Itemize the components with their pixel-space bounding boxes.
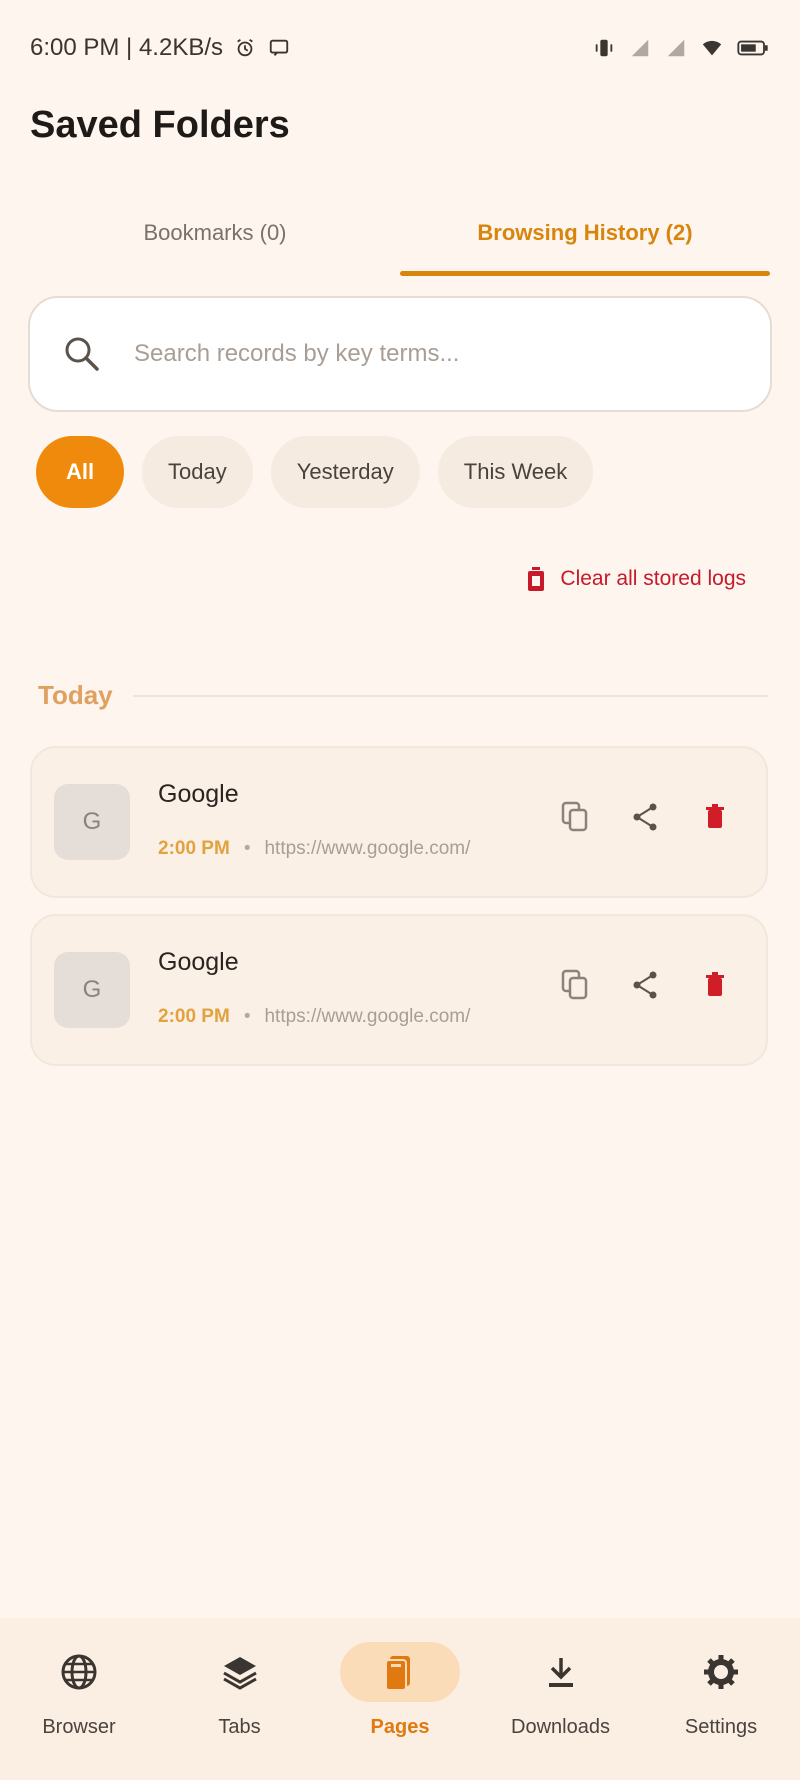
- nav-item-pages[interactable]: Pages: [335, 1618, 465, 1780]
- history-item[interactable]: G Google 2:00 PM • https://www.google.co…: [30, 914, 768, 1066]
- delete-button[interactable]: [700, 800, 730, 834]
- tab-browsing-history[interactable]: Browsing History (2): [400, 190, 770, 276]
- nav-label: Browser: [42, 1716, 116, 1738]
- search-input[interactable]: [134, 340, 694, 368]
- status-time-speed: 6:00 PM | 4.2KB/s: [30, 34, 223, 61]
- filter-chip-all[interactable]: All: [36, 436, 124, 508]
- share-button[interactable]: [630, 968, 660, 1002]
- share-button[interactable]: [630, 800, 660, 834]
- delete-button[interactable]: [700, 968, 730, 1002]
- share-icon: [633, 803, 657, 831]
- gear-icon: [704, 1655, 738, 1689]
- nav-icon-wrap: [180, 1642, 300, 1702]
- search-icon: [65, 337, 99, 371]
- wifi-icon: [702, 40, 722, 56]
- nav-item-browser[interactable]: Browser: [14, 1618, 144, 1780]
- section-divider: [132, 694, 768, 697]
- trash-icon: [528, 567, 545, 591]
- status-left: 6:00 PM | 4.2KB/s: [30, 34, 291, 62]
- section-header-today: Today: [38, 680, 768, 711]
- nav-item-downloads[interactable]: Downloads: [496, 1618, 626, 1780]
- nav-label: Settings: [684, 1716, 758, 1738]
- signal-icon: [667, 39, 685, 57]
- filter-chip-yesterday[interactable]: Yesterday: [270, 436, 420, 508]
- tab-bookmarks[interactable]: Bookmarks (0): [30, 190, 400, 276]
- history-item[interactable]: G Google 2:00 PM • https://www.google.co…: [30, 746, 768, 898]
- history-item-time: 2:00 PM: [158, 838, 230, 859]
- history-item-title: Google: [158, 948, 239, 976]
- clear-logs-button[interactable]: Clear all stored logs: [526, 566, 746, 592]
- history-item-time: 2:00 PM: [158, 1006, 230, 1027]
- trash-icon: [706, 804, 724, 828]
- clear-logs-label: Clear all stored logs: [560, 567, 746, 590]
- history-item-url: https://www.google.com/: [264, 1006, 471, 1027]
- copy-icon: [561, 969, 588, 1000]
- history-item-meta: 2:00 PM • https://www.google.com/: [158, 838, 470, 860]
- nav-label: Downloads: [511, 1716, 610, 1738]
- history-item-meta: 2:00 PM • https://www.google.com/: [158, 1006, 470, 1028]
- favicon: G: [54, 784, 130, 860]
- section-label: Today: [38, 680, 113, 710]
- nav-icon-wrap: [19, 1642, 139, 1702]
- vibrate-icon: [595, 39, 613, 57]
- status-bar: 6:00 PM | 4.2KB/s: [30, 30, 770, 66]
- copy-icon: [561, 801, 588, 832]
- alarm-icon: [237, 38, 253, 57]
- nav-icon-wrap: [661, 1642, 781, 1702]
- page-title: Saved Folders: [30, 104, 290, 146]
- message-icon: [269, 39, 289, 56]
- nav-item-settings[interactable]: Settings: [656, 1618, 786, 1780]
- history-item-actions: [560, 968, 730, 1002]
- filter-chips: All Today Yesterday This Week: [36, 436, 594, 508]
- nav-label: Tabs: [218, 1716, 261, 1738]
- layers-icon: [222, 1657, 257, 1690]
- trash-icon: [706, 972, 724, 996]
- status-right: [592, 37, 770, 59]
- nav-item-tabs[interactable]: Tabs: [175, 1618, 305, 1780]
- share-icon: [633, 971, 657, 999]
- download-icon: [548, 1658, 573, 1687]
- history-item-actions: [560, 800, 730, 834]
- history-list: G Google 2:00 PM • https://www.google.co…: [30, 746, 768, 1082]
- nav-icon-wrap: [340, 1642, 460, 1702]
- copy-button[interactable]: [560, 968, 590, 1002]
- filter-chip-today[interactable]: Today: [142, 436, 253, 508]
- saved-folders-screen: 6:00 PM | 4.2KB/s Saved Folders Bookmark…: [0, 0, 800, 1780]
- signal-icon: [631, 39, 649, 57]
- nav-icon-wrap: [501, 1642, 621, 1702]
- history-item-url: https://www.google.com/: [264, 838, 471, 859]
- history-item-title: Google: [158, 780, 239, 808]
- nav-label: Pages: [370, 1716, 430, 1738]
- battery-icon: [737, 40, 768, 56]
- history-item-separator: •: [243, 838, 251, 859]
- tab-bar: Bookmarks (0) Browsing History (2): [30, 190, 770, 276]
- search-bar[interactable]: [28, 296, 772, 412]
- bottom-nav: Browser Tabs Pages Downloads Settings: [0, 1618, 800, 1780]
- history-item-separator: •: [243, 1006, 251, 1027]
- filter-chip-this-week[interactable]: This Week: [437, 436, 594, 508]
- copy-button[interactable]: [560, 800, 590, 834]
- favicon: G: [54, 952, 130, 1028]
- globe-icon: [61, 1654, 97, 1690]
- book-icon: [385, 1656, 410, 1691]
